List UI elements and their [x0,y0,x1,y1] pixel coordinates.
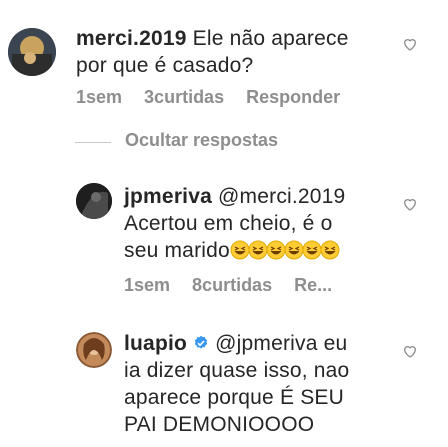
heart-outline-icon[interactable] [402,196,418,212]
emoji-row [230,239,340,262]
comment-meta: 1sem 3curtidas Responder [76,87,340,108]
comment-line: aparece porque É SEU [124,386,344,409]
avatar-photo [76,183,112,219]
hide-replies-button[interactable]: Ocultar respostas [125,130,278,151]
grinning-squinting-emoji-icon [320,240,340,260]
comment-line: seu marido [124,239,230,262]
avatar-luapio[interactable] [76,332,112,368]
mention-link[interactable]: @merci.2019 [218,185,345,208]
comment-text: merci.2019 Ele não aparece por que é cas… [76,25,349,79]
comment-line: PAI DEMONIOOOO [124,413,315,436]
comment-line: Ele não aparece [192,27,349,50]
grinning-squinting-emoji-icon [230,240,250,260]
comment-line: Acertou em cheio, é o [124,212,333,235]
likes-count[interactable]: 3curtidas [144,87,224,108]
avatar-photo [76,332,112,368]
heart-outline-icon[interactable] [402,36,418,52]
grinning-squinting-emoji-icon [266,240,286,260]
reply-button[interactable]: Responder [246,87,340,108]
comment-line: por que é casado? [76,54,254,77]
avatar-merci[interactable] [8,28,56,76]
hide-replies-divider [75,142,111,143]
mention-link[interactable]: @jpmeriva [215,332,317,355]
grinning-squinting-emoji-icon [284,240,304,260]
username[interactable]: luapio [124,332,187,355]
timestamp: 1sem [124,275,171,295]
comment-text: luapio @jpmeriva eu ia dizer quase isso,… [124,330,349,438]
username[interactable]: jpmeriva [124,185,212,208]
reply-button[interactable]: Re... [294,275,332,296]
comment-line: ia dizer quase isso, nao [124,359,350,382]
avatar-photo [8,28,56,76]
comment-text: jpmeriva @merci.2019 Acertou em cheio, é… [124,183,345,264]
avatar-jpmeriva[interactable] [76,183,112,219]
grinning-squinting-emoji-icon [248,240,268,260]
likes-count[interactable]: 8curtidas [192,275,272,296]
timestamp: 1sem [76,87,123,107]
comment-line: eu [323,332,348,355]
grinning-squinting-emoji-icon [302,240,322,260]
username[interactable]: merci.2019 [76,27,187,50]
heart-outline-icon[interactable] [402,343,418,359]
comment-meta: 1sem 8curtidas Re... [124,275,332,296]
verified-badge-icon [194,335,208,349]
